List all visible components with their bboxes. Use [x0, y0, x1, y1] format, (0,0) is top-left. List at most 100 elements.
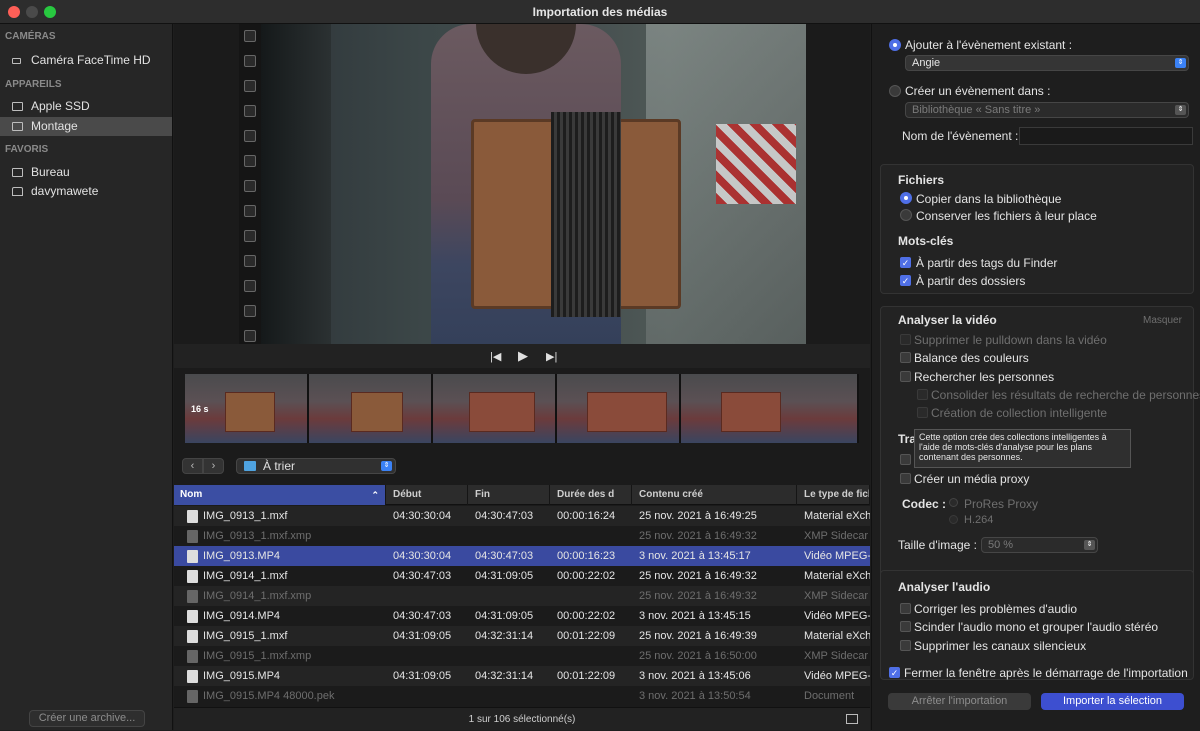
sidebar-item-label: Apple SSD: [31, 99, 90, 113]
table-row[interactable]: IMG_0913_1.mxf.xmp 25 nov. 2021 à 16:49:3…: [174, 526, 870, 546]
close-window-button[interactable]: [8, 6, 20, 18]
table-cell-duration: 00:01:22:09: [557, 630, 616, 642]
folders-checkbox[interactable]: ✓: [900, 275, 911, 286]
keep-label: Conserver les fichiers à leur place: [916, 209, 1097, 223]
existing-event-select[interactable]: Angie ⇕: [905, 55, 1189, 71]
thumb-accordion: [721, 392, 781, 432]
next-icon[interactable]: ▶|: [546, 350, 557, 363]
image-size-label: Taille d'image :: [898, 538, 977, 552]
sidebar-item-bureau[interactable]: Bureau: [0, 163, 172, 182]
existing-event-radio[interactable]: [889, 39, 901, 51]
forward-button[interactable]: ›: [203, 458, 224, 474]
new-event-library-select[interactable]: Bibliothèque « Sans titre » ⇕: [905, 102, 1189, 118]
copy-radio[interactable]: [900, 192, 912, 204]
close-window-checkbox[interactable]: ✓: [889, 667, 900, 678]
table-cell-duration: [551, 646, 632, 666]
table-cell-type: Vidéo MPEG-: [804, 610, 870, 622]
pulldown-checkbox[interactable]: [900, 334, 911, 345]
zoom-window-button[interactable]: [44, 6, 56, 18]
table-cell-end: 04:31:09:05: [475, 570, 534, 582]
filmstrip[interactable]: 16 s: [185, 374, 859, 443]
silent-channels-label: Supprimer les canaux silencieux: [914, 639, 1087, 653]
table-row[interactable]: IMG_0915.MP4 04:31:09:05 04:32:31:14 00:01:…: [174, 666, 870, 686]
finder-tags-checkbox[interactable]: ✓: [900, 257, 911, 268]
filmstrip-thumbnail[interactable]: 16 s: [185, 374, 309, 443]
create-archive-button[interactable]: Créer une archive...: [29, 710, 145, 727]
column-header-end[interactable]: Fin: [469, 485, 550, 505]
folders-label: À partir des dossiers: [916, 274, 1026, 288]
optimized-media-checkbox[interactable]: [900, 454, 911, 465]
table-row[interactable]: IMG_0915.MP4 48000.pek 3 nov. 2021 à 13:5…: [174, 686, 870, 706]
title-bar: Importation des médias: [0, 0, 1200, 24]
column-header-duration[interactable]: Durée des d: [551, 485, 632, 505]
finder-tags-label: À partir des tags du Finder: [916, 256, 1058, 270]
analyze-audio-panel: Analyser l'audio Corriger les problèmes …: [880, 570, 1194, 680]
audio-fix-checkbox[interactable]: [900, 603, 911, 614]
proxy-label: Créer un média proxy: [914, 472, 1030, 486]
sidebar-item-facetime-camera[interactable]: Caméra FaceTime HD: [0, 51, 172, 70]
filmstrip-view-icon[interactable]: [846, 714, 858, 724]
thumb-accordion: [469, 392, 535, 432]
file-icon: [187, 530, 198, 543]
codec-h264-radio[interactable]: [949, 515, 958, 524]
table-row[interactable]: IMG_0914_1.mxf.xmp 25 nov. 2021 à 16:49:3…: [174, 586, 870, 606]
table-row[interactable]: IMG_0914.MP4 04:30:47:03 04:31:09:05 00:00:…: [174, 606, 870, 626]
column-header-name[interactable]: Nom ⌃: [174, 485, 386, 505]
image-size-select[interactable]: 50 % ⇕: [981, 537, 1098, 553]
import-selection-button[interactable]: Importer la sélection: [1041, 693, 1184, 710]
filmstrip-thumbnail[interactable]: [309, 374, 433, 443]
smart-collection-checkbox[interactable]: [917, 407, 928, 418]
scene-pillow: [716, 124, 796, 204]
play-icon[interactable]: ▶: [518, 348, 528, 364]
table-cell-type: Material eXch: [804, 510, 870, 522]
column-header-start[interactable]: Début: [387, 485, 468, 505]
filmstrip-thumbnail[interactable]: [433, 374, 557, 443]
sidebar-item-montage[interactable]: Montage: [0, 117, 172, 136]
thumb-accordion: [351, 392, 403, 432]
keep-radio[interactable]: [900, 209, 912, 221]
table-header: Nom ⌃ Début Fin Durée des d Contenu créé …: [174, 485, 870, 505]
minimize-window-button[interactable]: [26, 6, 38, 18]
table-row[interactable]: IMG_0913_1.mxf 04:30:30:04 04:30:47:03 00:0…: [174, 506, 870, 526]
table-row[interactable]: IMG_0914_1.mxf 04:30:47:03 04:31:09:05 00:0…: [174, 566, 870, 586]
sprocket-hole: [244, 105, 256, 117]
column-header-type[interactable]: Le type de fichi: [798, 485, 870, 505]
column-header-created[interactable]: Contenu créé: [633, 485, 797, 505]
sprocket-hole: [244, 130, 256, 142]
color-balance-checkbox[interactable]: [900, 352, 911, 363]
filmstrip-thumbnail[interactable]: [557, 374, 681, 443]
table-row[interactable]: IMG_0913.MP4 04:30:30:04 04:30:47:03 00:00:…: [174, 546, 870, 566]
sidebar-item-home[interactable]: davymawete: [0, 182, 172, 201]
sidebar-item-apple-ssd[interactable]: Apple SSD: [0, 97, 172, 116]
table-cell-created: 3 nov. 2021 à 13:45:15: [639, 610, 751, 622]
codec-label: Codec :: [902, 497, 947, 511]
previous-icon[interactable]: |◀: [490, 350, 501, 363]
table-row[interactable]: IMG_0915_1.mxf.xmp 25 nov. 2021 à 16:50:0…: [174, 646, 870, 666]
table-cell-type: XMP Sidecar: [804, 530, 868, 542]
table-cell-end: 04:32:31:14: [475, 670, 534, 682]
find-people-checkbox[interactable]: [900, 371, 911, 382]
tooltip: Cette option crée des collections intell…: [914, 429, 1131, 468]
table-row[interactable]: IMG_0915_1.mxf 04:31:09:05 04:32:31:14 00:0…: [174, 626, 870, 646]
drive-icon: [12, 122, 23, 131]
table-cell-type: XMP Sidecar: [804, 650, 868, 662]
file-table: Nom ⌃ Début Fin Durée des d Contenu créé …: [174, 485, 870, 707]
proxy-checkbox[interactable]: [900, 473, 911, 484]
analyze-audio-title: Analyser l'audio: [898, 580, 991, 594]
image-size-value: 50 %: [988, 539, 1014, 551]
table-cell-end: 04:30:47:03: [475, 550, 534, 562]
table-cell-name: IMG_0914.MP4: [203, 610, 281, 622]
table-cell-created: 25 nov. 2021 à 16:49:32: [639, 570, 757, 582]
hide-button[interactable]: Masquer: [1143, 315, 1182, 326]
filmstrip-thumbnail[interactable]: [681, 374, 859, 443]
new-event-radio[interactable]: [889, 85, 901, 97]
split-mono-checkbox[interactable]: [900, 621, 911, 632]
event-name-input[interactable]: [1019, 127, 1193, 145]
consolidate-checkbox[interactable]: [917, 389, 928, 400]
folder-popup[interactable]: À trier ⇕: [236, 458, 396, 474]
codec-prores-radio[interactable]: [949, 498, 958, 507]
back-button[interactable]: ‹: [182, 458, 203, 474]
silent-channels-checkbox[interactable]: [900, 640, 911, 651]
drive-icon: [12, 102, 23, 111]
stop-import-button[interactable]: Arrêter l'importation: [888, 693, 1031, 710]
